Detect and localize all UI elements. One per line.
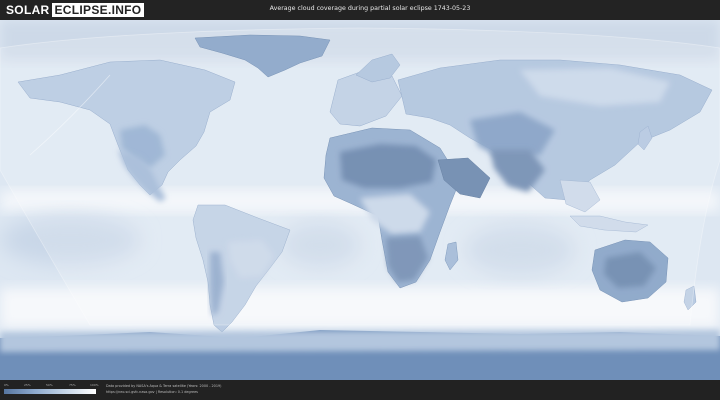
page-title: Average cloud coverage during partial so… bbox=[269, 5, 471, 12]
data-source-url[interactable]: https://neo.sci.gsfc.nasa.gov | Resoluti… bbox=[106, 390, 198, 394]
eclipse-visibility-overlay bbox=[0, 27, 720, 326]
logo-part-solar: SOLAR bbox=[6, 3, 50, 17]
legend-tick-0: 0% bbox=[4, 383, 9, 387]
antarctica-coast-clouds bbox=[0, 330, 720, 352]
header-bar: SOLAR ECLIPSE.INFO Average cloud coverag… bbox=[0, 0, 720, 20]
legend-tick-100: 100% bbox=[90, 383, 99, 387]
legend-tick-75: 75% bbox=[69, 383, 76, 387]
cloud-coverage-map[interactable] bbox=[0, 20, 720, 380]
legend-tick-25: 25% bbox=[24, 383, 31, 387]
data-credit-line: Data provided by NASA's Aqua & Terra sat… bbox=[106, 384, 222, 388]
legend-tick-50: 50% bbox=[46, 383, 53, 387]
cloud-coverage-legend-bar bbox=[4, 389, 96, 394]
legend-ticks: 0% 25% 50% 75% 100% bbox=[4, 383, 99, 388]
